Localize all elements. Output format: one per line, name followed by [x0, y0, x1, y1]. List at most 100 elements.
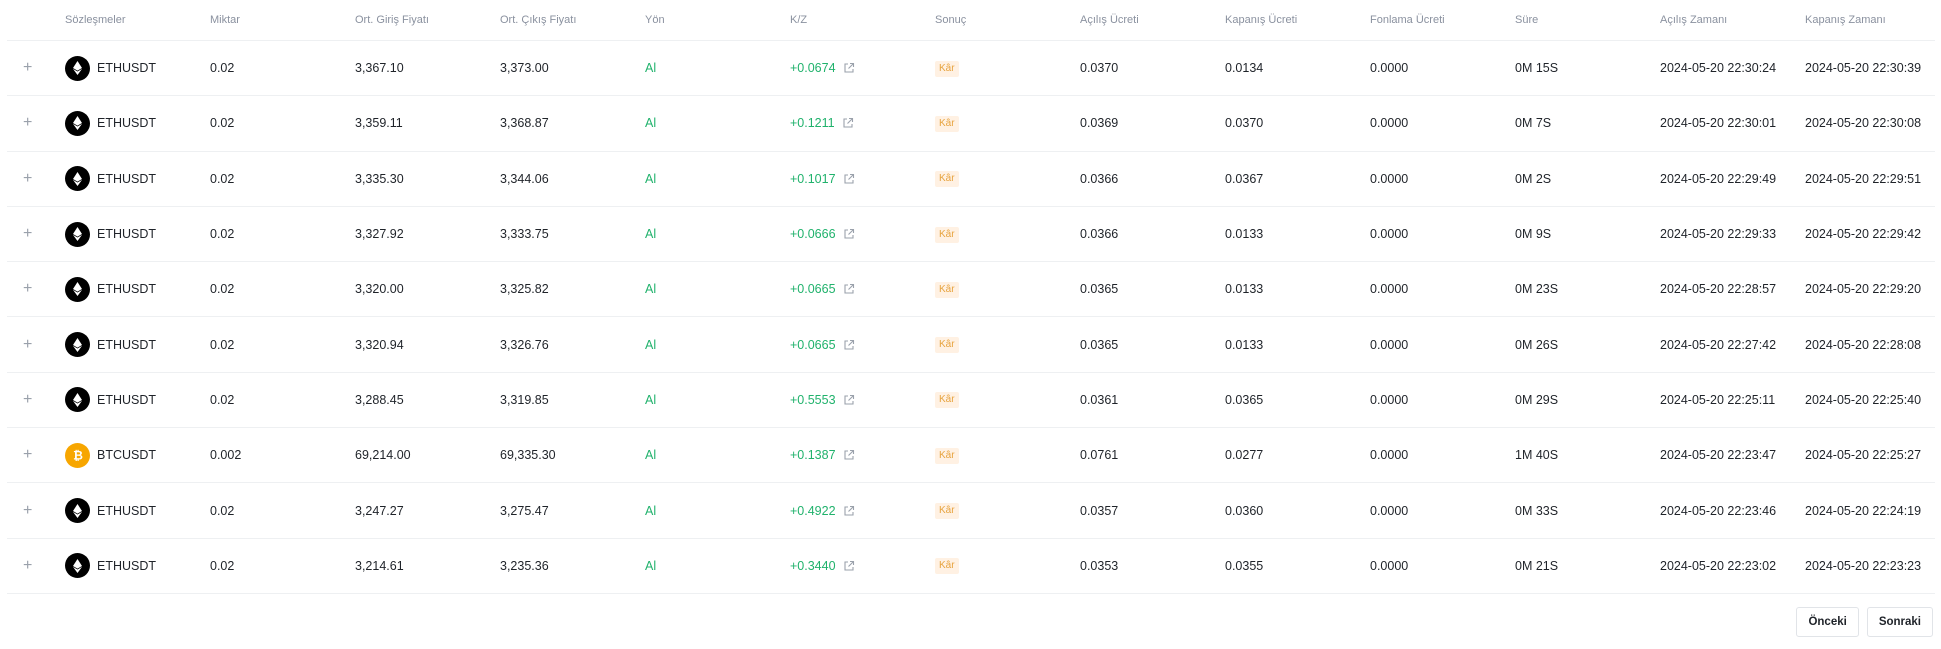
header-close-fee: Kapanış Ücreti	[1225, 14, 1298, 26]
avg-entry-cell: 3,359.11	[355, 116, 403, 131]
row-expand-cell: +	[7, 115, 65, 131]
open-fee-cell: 0.0353	[1080, 558, 1119, 573]
funding-fee-cell: 0.0000	[1370, 227, 1409, 242]
plus-icon[interactable]: +	[23, 446, 32, 463]
plus-icon[interactable]: +	[23, 502, 32, 519]
result-cell: Kâr	[935, 281, 1080, 298]
open-time-cell: 2024-05-20 22:23:02	[1660, 558, 1777, 573]
avg-entry-cell: 3,335.30	[355, 171, 404, 186]
avg-entry-cell: 69,214.00	[355, 448, 411, 463]
plus-icon[interactable]: +	[23, 557, 32, 574]
pnl-value: +0.1211	[790, 116, 835, 131]
header-avg-entry: Ort. Giriş Fiyatı	[355, 14, 429, 26]
external-link-icon[interactable]	[843, 505, 855, 517]
symbol-text: BTCUSDT	[97, 448, 157, 463]
pnl-value: +0.3440	[790, 558, 836, 573]
header-duration: Süre	[1515, 14, 1539, 26]
result-badge: Kâr	[935, 60, 959, 77]
plus-icon[interactable]: +	[23, 225, 32, 242]
quantity-cell: 0.02	[210, 171, 235, 186]
pnl-value: +0.5553	[790, 392, 836, 407]
open-time-cell: 2024-05-20 22:25:11	[1660, 392, 1776, 407]
plus-icon[interactable]: +	[23, 391, 32, 408]
external-link-icon[interactable]	[843, 283, 855, 295]
quantity-cell: 0.02	[210, 558, 235, 573]
quantity-cell: 0.02	[210, 282, 235, 297]
external-link-icon[interactable]	[843, 449, 855, 461]
pagination: Önceki Sonraki	[1796, 607, 1933, 637]
open-time-cell: 2024-05-20 22:29:33	[1660, 227, 1777, 242]
quantity-cell: 0.02	[210, 116, 235, 131]
plus-icon[interactable]: +	[23, 170, 32, 187]
symbol-text: ETHUSDT	[97, 558, 157, 573]
external-link-icon[interactable]	[843, 62, 855, 74]
close-time-cell: 2024-05-20 22:30:08	[1805, 116, 1922, 131]
result-badge: Kâr	[935, 337, 959, 354]
avg-entry-cell: 3,327.92	[355, 227, 404, 242]
row-expand-cell: +	[7, 447, 65, 463]
external-link-icon[interactable]	[843, 560, 855, 572]
symbol-text: ETHUSDT	[97, 337, 157, 352]
table-row: + ETHUSDT 0.02 3,247.27 3,275.47 Al +0.4922 Kâr…	[7, 483, 1935, 539]
header-result: Sonuç	[935, 14, 967, 26]
table-row: + ₿ BTCUSDT 0.002 69,214.00 69,335.30 Al +0.138…	[7, 428, 1935, 484]
close-time-cell: 2024-05-20 22:24:19	[1805, 503, 1922, 518]
side-cell: Al	[645, 337, 657, 352]
duration-cell: 0M 2S	[1515, 171, 1552, 186]
plus-icon[interactable]: +	[23, 280, 32, 297]
funding-fee-cell: 0.0000	[1370, 448, 1409, 463]
pnl-value: +0.4922	[790, 503, 836, 518]
duration-cell: 0M 15S	[1515, 61, 1559, 76]
external-link-icon[interactable]	[842, 117, 854, 129]
avg-entry-cell: 3,367.10	[355, 61, 404, 76]
avg-exit-cell: 3,325.82	[500, 282, 549, 297]
header-side: Yön	[645, 14, 665, 26]
header-pnl: K/Z	[790, 14, 808, 26]
avg-entry-cell: 3,288.45	[355, 392, 404, 407]
funding-fee-cell: 0.0000	[1370, 558, 1409, 573]
close-fee-cell: 0.0277	[1225, 448, 1264, 463]
result-badge: Kâr	[935, 226, 959, 243]
avg-entry-cell: 3,247.27	[355, 503, 404, 518]
close-fee-cell: 0.0133	[1225, 337, 1264, 352]
close-time-cell: 2024-05-20 22:23:23	[1805, 558, 1922, 573]
table-row: + ETHUSDT 0.02 3,320.94 3,326.76 Al +0.0665 Kâr…	[7, 317, 1935, 373]
next-page-button[interactable]: Sonraki	[1866, 607, 1933, 637]
plus-icon[interactable]: +	[23, 59, 32, 76]
funding-fee-cell: 0.0000	[1370, 503, 1409, 518]
pnl-value: +0.0666	[790, 227, 836, 242]
funding-fee-cell: 0.0000	[1370, 282, 1409, 297]
table-row: + ETHUSDT 0.02 3,359.11 3,368.87 Al +0.1211 Kâr…	[7, 96, 1935, 152]
table-header: Sözleşmeler Miktar Ort. Giriş Fiyatı Ort…	[7, 0, 1935, 41]
external-link-icon[interactable]	[843, 228, 855, 240]
avg-entry-cell: 3,320.00	[355, 282, 404, 297]
header-open-fee: Açılış Ücreti	[1080, 14, 1139, 26]
plus-icon[interactable]: +	[23, 114, 32, 131]
external-link-icon[interactable]	[843, 173, 855, 185]
duration-cell: 0M 7S	[1515, 116, 1552, 131]
ethereum-icon	[65, 55, 90, 81]
external-link-icon[interactable]	[843, 339, 855, 351]
pnl-cell: +0.3440	[790, 559, 935, 573]
result-badge: Kâr	[935, 503, 959, 520]
pnl-cell: +0.1211	[790, 116, 935, 130]
ethereum-icon	[65, 221, 90, 247]
close-time-cell: 2024-05-20 22:29:42	[1805, 227, 1922, 242]
header-funding-fee: Fonlama Ücreti	[1370, 14, 1445, 26]
close-fee-cell: 0.0355	[1225, 558, 1264, 573]
quantity-cell: 0.02	[210, 337, 235, 352]
avg-exit-cell: 3,368.87	[500, 116, 549, 131]
contract-cell: ETHUSDT	[65, 166, 210, 192]
symbol-text: ETHUSDT	[97, 171, 157, 186]
pnl-cell: +0.4922	[790, 504, 935, 518]
contract-cell: ETHUSDT	[65, 332, 210, 358]
side-cell: Al	[645, 448, 657, 463]
row-expand-cell: +	[7, 170, 65, 187]
plus-icon[interactable]: +	[23, 336, 32, 353]
symbol-text: ETHUSDT	[97, 282, 157, 297]
external-link-icon[interactable]	[843, 394, 855, 406]
duration-cell: 0M 33S	[1515, 503, 1559, 518]
previous-page-button[interactable]: Önceki	[1796, 607, 1859, 637]
ethereum-icon	[65, 332, 90, 358]
avg-exit-cell: 3,344.06	[500, 171, 549, 186]
